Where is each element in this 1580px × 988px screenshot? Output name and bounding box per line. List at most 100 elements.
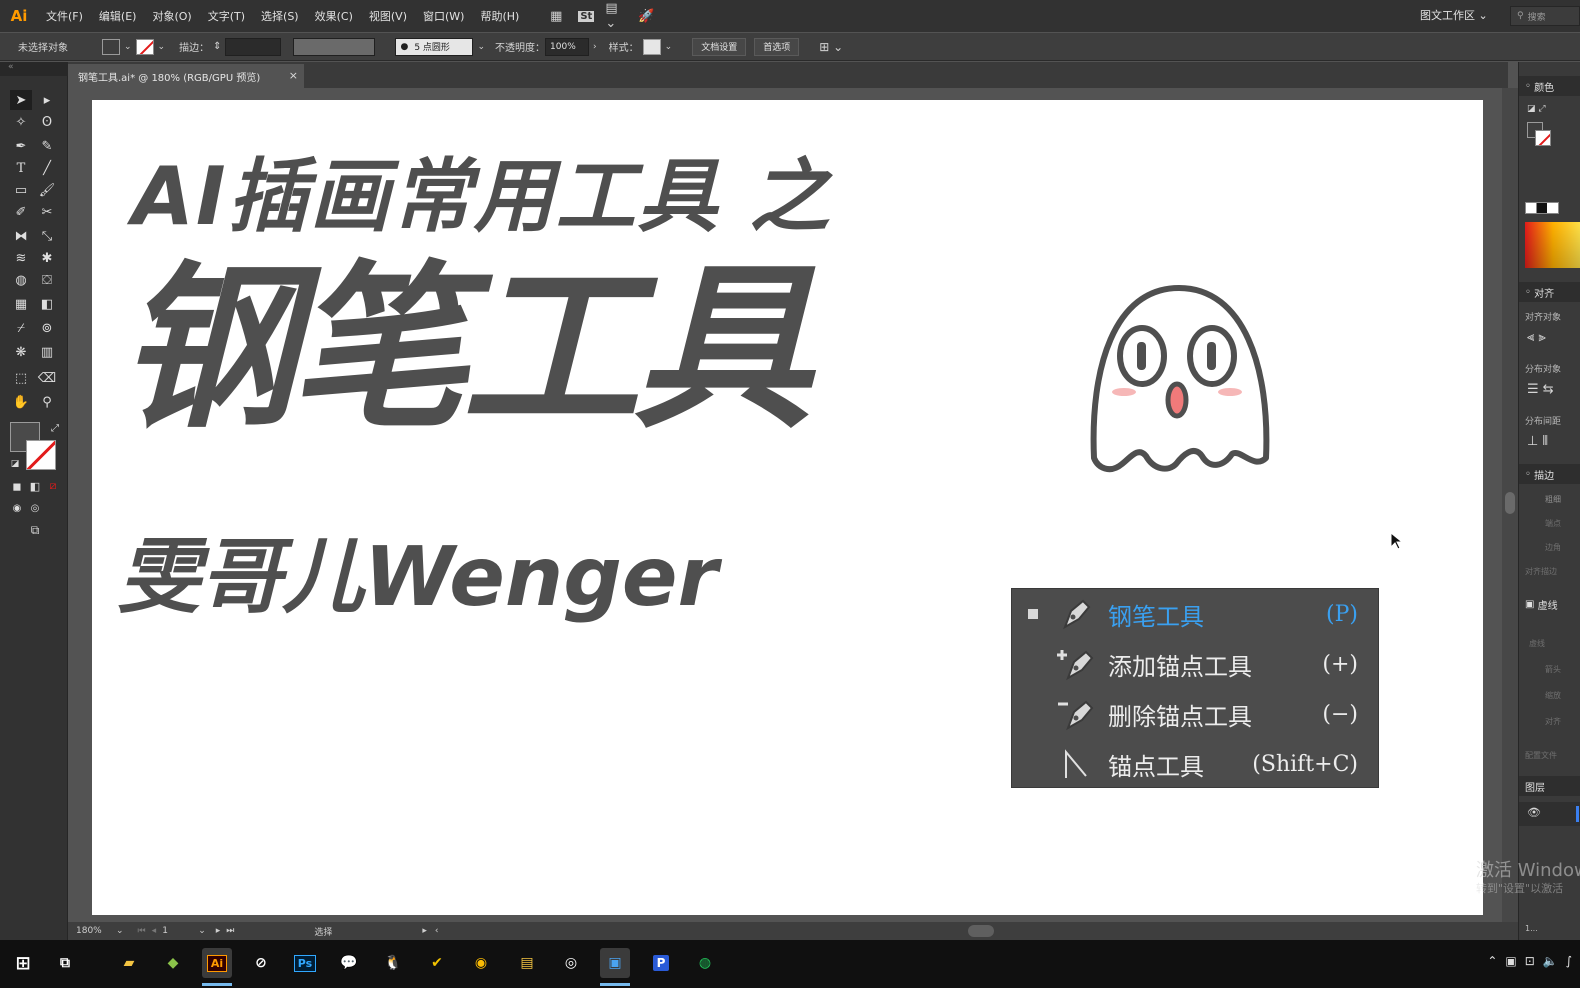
menu-window[interactable]: 窗口(W) [415, 8, 472, 24]
last-artboard-icon[interactable]: ⏭ [226, 926, 234, 936]
eraser-tool-icon[interactable]: ⌫ [36, 368, 58, 388]
dashed-line-toggle[interactable]: ▣ 虚线 [1519, 594, 1580, 614]
align-panel-header[interactable]: ◦ 对齐 [1519, 282, 1580, 302]
search-input[interactable]: ⚲ 搜索 [1510, 6, 1580, 26]
fill-color-swatch[interactable] [102, 38, 120, 55]
curvature-tool-icon[interactable]: ✎ [36, 136, 58, 156]
layer-row[interactable]: 👁 [1519, 802, 1580, 826]
zoom-dropdown-icon[interactable]: ⌄ [116, 926, 124, 936]
stroke-stepper-icon[interactable]: ⇕ [213, 41, 221, 52]
brush-dropdown-icon[interactable]: ⌄ [477, 42, 485, 52]
gradient-tool-icon[interactable]: ◧ [36, 294, 58, 314]
variable-width-profile[interactable] [293, 37, 376, 56]
selection-tool-icon[interactable]: ➤ [10, 90, 32, 110]
shaper-tool-icon[interactable]: ✐ [10, 202, 32, 222]
qq-icon[interactable]: 🐧 [378, 948, 408, 978]
zoom-tool-icon[interactable]: ⚲ [36, 392, 58, 412]
next-artboard-icon[interactable]: ▸ [216, 926, 221, 936]
tools-panel-grip[interactable]: « [0, 62, 68, 76]
task-app-icon[interactable]: ✔ [422, 948, 452, 978]
gpu-performance-icon[interactable]: 🚀 [635, 7, 657, 25]
screen-mode-icon[interactable]: ⧉ [24, 520, 46, 540]
menu-select[interactable]: 选择(S) [253, 8, 307, 24]
stroke-dropdown-icon[interactable]: ⌄ [158, 42, 166, 52]
bridge-icon[interactable]: ▦ [545, 7, 567, 25]
vertical-scrollbar[interactable] [1502, 88, 1518, 922]
stroke-color-swatch[interactable] [135, 38, 154, 55]
tray-app-icon[interactable]: ▣ [1505, 954, 1516, 968]
swap-fill-stroke-icon[interactable]: ⤢ [44, 418, 66, 438]
puppet-warp-tool-icon[interactable]: ✱ [36, 248, 58, 268]
photoshop-taskbar-icon[interactable]: Ps [290, 948, 320, 978]
fill-dropdown-icon[interactable]: ⌄ [124, 42, 132, 52]
popup-item-anchor-point-tool[interactable]: 锚点工具 (Shift+C) [1012, 739, 1380, 789]
scale-tool-icon[interactable]: ⤡ [36, 226, 58, 246]
music-app-icon[interactable]: ◍ [690, 948, 720, 978]
workspace-switcher[interactable]: 图文工作区 ⌄ [1420, 7, 1488, 23]
none-mode-icon[interactable]: ⧄ [42, 476, 64, 496]
document-setup-button[interactable]: 文档设置 [692, 37, 747, 56]
graphic-style-swatch[interactable] [642, 38, 661, 55]
menu-type[interactable]: 文字(T) [200, 8, 253, 24]
menu-file[interactable]: 文件(F) [38, 8, 91, 24]
distribute-spacing-icon[interactable]: ⊥ ⫴ [1527, 434, 1548, 449]
color-spectrum[interactable] [1525, 222, 1580, 268]
image-viewer-icon[interactable]: ▣ [600, 948, 630, 986]
hscroll-left-icon[interactable]: ‹ [435, 926, 439, 936]
file-explorer-icon[interactable]: ▰ [114, 948, 144, 978]
shape-builder-tool-icon[interactable]: ◍ [10, 270, 32, 290]
obs-icon[interactable]: ◎ [556, 948, 586, 978]
menu-help[interactable]: 帮助(H) [472, 8, 527, 24]
arrange-documents-icon[interactable]: ▤ ⌄ [605, 1, 627, 31]
canvas-area[interactable]: AI插画常用工具 之 钢笔工具 雯哥儿Wenger [68, 88, 1502, 922]
popup-item-delete-anchor-point[interactable]: 删除锚点工具 (−) [1012, 689, 1380, 739]
artwork-title-line1[interactable]: AI插画常用工具 之 [132, 132, 832, 248]
color-panel-header[interactable]: ◦ 颜色 [1519, 76, 1580, 96]
warp-tool-icon[interactable]: ≋ [10, 248, 32, 268]
stroke-color-box[interactable] [26, 440, 56, 470]
lasso-tool-icon[interactable]: ʘ [36, 112, 58, 132]
compass-app-icon[interactable]: ⊘ [246, 948, 276, 978]
first-artboard-icon[interactable]: ⏮ [138, 926, 146, 936]
menu-edit[interactable]: 编辑(E) [91, 8, 145, 24]
line-segment-tool-icon[interactable]: ╱ [36, 158, 58, 178]
popup-item-add-anchor-point[interactable]: 添加锚点工具 (+) [1012, 639, 1380, 689]
hand-tool-icon[interactable]: ✋ [10, 392, 32, 412]
panel-stroke-swatch[interactable] [1535, 130, 1551, 146]
task-view-icon[interactable]: ⧉ [50, 948, 80, 978]
opacity-input[interactable]: 100% [545, 37, 590, 56]
blend-tool-icon[interactable]: ⊚ [36, 318, 58, 338]
draw-behind-icon[interactable]: ◎ [24, 498, 46, 518]
close-icon[interactable]: × [289, 69, 298, 82]
menu-effect[interactable]: 效果(C) [307, 8, 361, 24]
paintbrush-tool-icon[interactable]: 🖌 [36, 180, 58, 200]
direct-selection-tool-icon[interactable]: ▸ [36, 90, 58, 110]
artwork-title-line2[interactable]: 钢笔工具 [118, 260, 812, 438]
artboard-tool-icon[interactable]: ⬚ [10, 368, 32, 388]
perspective-grid-tool-icon[interactable]: ▦ [10, 294, 32, 314]
artwork-author[interactable]: 雯哥儿Wenger [118, 510, 718, 629]
tray-expand-icon[interactable]: ⌃ [1487, 954, 1497, 968]
illustrator-taskbar-icon[interactable]: Ai [202, 948, 232, 986]
p-app-icon[interactable]: P [646, 948, 676, 978]
vertical-scrollbar-thumb[interactable] [1505, 492, 1515, 514]
stroke-panel-header[interactable]: ◦ 描边 [1519, 464, 1580, 484]
ime-icon[interactable]: ∫ [1566, 954, 1572, 968]
scissors-tool-icon[interactable]: ✂ [36, 202, 58, 222]
brush-definition-select[interactable]: ● 5 点圆形 [395, 37, 474, 56]
wechat-icon[interactable]: 💬 [334, 948, 364, 978]
popup-item-pen-tool[interactable]: 钢笔工具 (P) [1012, 589, 1380, 639]
arrange-icon[interactable]: ⊞ ⌄ [819, 40, 843, 54]
app-logo[interactable]: Ai [0, 7, 38, 25]
column-graph-tool-icon[interactable]: ▥ [36, 342, 58, 362]
preferences-button[interactable]: 首选项 [754, 37, 800, 56]
layers-panel-header[interactable]: 图层 [1519, 776, 1580, 796]
type-tool-icon[interactable]: T [10, 158, 32, 178]
align-left-icon[interactable]: ⫷ ⫸ [1527, 330, 1546, 345]
ghost-illustration[interactable] [1084, 278, 1274, 478]
menu-object[interactable]: 对象(O) [144, 8, 199, 24]
stock-icon[interactable]: St [575, 7, 597, 25]
stroke-weight-input[interactable] [225, 37, 282, 56]
pen-tool-icon[interactable]: ✒ [10, 136, 32, 156]
style-dropdown-icon[interactable]: ⌄ [665, 42, 673, 52]
